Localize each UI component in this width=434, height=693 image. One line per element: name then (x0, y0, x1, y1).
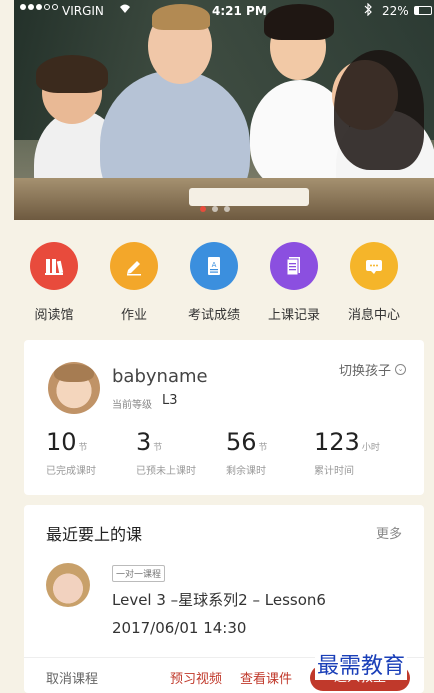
nav-reading-hall[interactable]: 阅读馆 (14, 242, 94, 323)
stat-caption: 累计时间 (314, 466, 354, 477)
stat-unit: 节 (78, 443, 88, 453)
battery-percent: 22% (382, 4, 409, 18)
carousel-dot-2[interactable] (212, 206, 218, 212)
child-avatar[interactable] (48, 362, 100, 414)
stat-remaining: 56 节 剩余课时 (226, 428, 268, 477)
document-icon[interactable]: A (190, 242, 238, 290)
stat-unit: 节 (258, 443, 268, 453)
nav-label: 考试成绩 (187, 308, 240, 323)
stat-total-time: 123 小时 累计时间 (314, 428, 380, 477)
child-hair-left (36, 55, 108, 93)
stat-value: 56 (226, 428, 257, 456)
stat-completed: 10 节 已完成课时 (46, 428, 96, 477)
child-name: babyname (112, 366, 208, 387)
course-type-badge: 一对一课程 (112, 565, 166, 582)
section-title: 最近要上的课 (46, 525, 143, 544)
girl-hair-right (334, 50, 424, 170)
stat-unit: 节 (153, 443, 163, 453)
book (189, 188, 309, 206)
battery-icon (414, 6, 432, 15)
level-label: 当前等级 (112, 400, 152, 411)
carousel-dot-1[interactable] (200, 206, 206, 212)
stat-value: 123 (314, 428, 360, 456)
clock: 4:21 PM (212, 4, 267, 18)
nav-message-center[interactable]: 消息中心 (334, 242, 414, 323)
carousel-indicator[interactable] (200, 206, 230, 212)
quick-nav: 阅读馆 作业 A 考试成绩 上课记录 消息中心 (14, 232, 434, 332)
nav-homework[interactable]: 作业 (94, 242, 174, 323)
teacher-avatar[interactable] (46, 563, 90, 607)
stat-value: 3 (136, 428, 152, 456)
profile-card: babyname 当前等级 L3 切换孩子 ⌄ 10 节 已完成课时 3节 已预未… (24, 340, 424, 495)
level-value: L3 (162, 393, 178, 408)
stat-value: 10 (46, 428, 77, 456)
stat-unit: 小时 (361, 443, 380, 453)
nav-exam-scores[interactable]: A 考试成绩 (174, 242, 254, 323)
wifi-icon (118, 2, 132, 17)
record-icon[interactable] (270, 242, 318, 290)
switch-child-button[interactable]: 切换孩子 ⌄ (339, 360, 406, 379)
nav-label: 作业 (120, 308, 147, 323)
banner-image[interactable] (14, 0, 434, 220)
stat-caption: 已完成课时 (46, 466, 96, 477)
watermark: 最需教育 (315, 648, 408, 680)
signal-icon (20, 4, 58, 10)
carrier-label: VIRGIN (62, 4, 104, 18)
svg-text:A: A (212, 261, 217, 269)
bluetooth-icon (364, 2, 372, 19)
carousel-dot-3[interactable] (224, 206, 230, 212)
lesson-title: Level 3 –星球系列2 – Lesson6 (112, 591, 326, 609)
nav-label: 上课记录 (267, 308, 320, 323)
books-icon[interactable] (30, 242, 78, 290)
status-bar: VIRGIN 4:21 PM 22% (14, 0, 434, 22)
switch-child-label: 切换孩子 (338, 364, 391, 379)
preview-video-button[interactable]: 预习视频 (170, 668, 222, 687)
stat-caption: 已预未上课时 (136, 466, 196, 477)
stat-booked: 3节 已预未上课时 (136, 428, 196, 477)
more-link[interactable]: 更多 (376, 523, 402, 542)
chevron-down-icon: ⌄ (395, 364, 406, 375)
nav-class-records[interactable]: 上课记录 (254, 242, 334, 323)
nav-label: 消息中心 (347, 308, 400, 323)
message-icon[interactable] (350, 242, 398, 290)
stat-caption: 剩余课时 (226, 466, 266, 477)
view-courseware-button[interactable]: 查看课件 (240, 668, 292, 687)
lesson-time: 2017/06/01 14:30 (112, 619, 247, 637)
pencil-icon[interactable] (110, 242, 158, 290)
nav-label: 阅读馆 (34, 308, 74, 323)
cancel-class-button[interactable]: 取消课程 (46, 668, 98, 687)
